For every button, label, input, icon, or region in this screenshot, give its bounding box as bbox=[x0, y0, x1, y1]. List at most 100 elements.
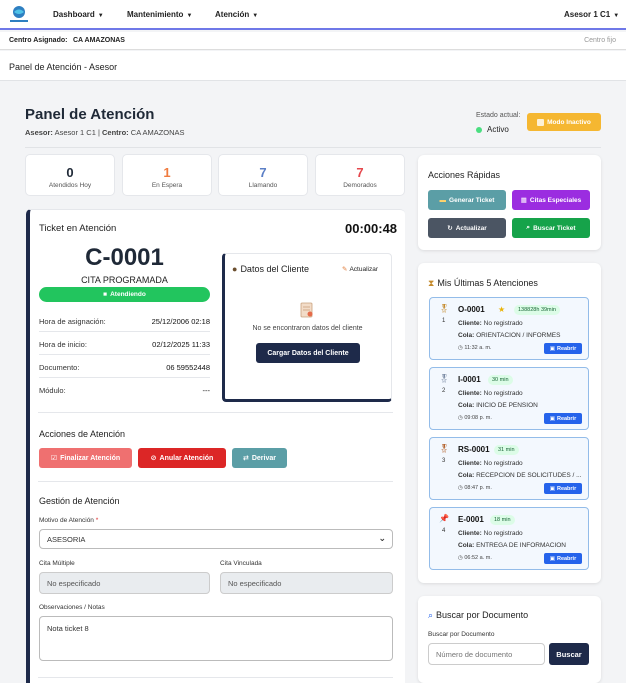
clock-icon: ◷ bbox=[458, 485, 463, 491]
page-header-title: Panel de Atención - Asesor bbox=[9, 62, 118, 72]
list-item-hora: ◷ 11:32 a. m. bbox=[458, 345, 492, 351]
ticket-icon: ▬ bbox=[439, 196, 447, 204]
motivo-select[interactable]: ASESORIA ⌄ bbox=[39, 529, 393, 549]
finalizar-atencion-button[interactable]: ☑ Finalizar Atención bbox=[39, 448, 132, 468]
actualizar-button[interactable]: ↻ Actualizar bbox=[428, 218, 506, 238]
reabrir-button[interactable]: ▣ Reabrir bbox=[544, 343, 582, 354]
stat-en-espera: 1 En Espera bbox=[122, 154, 212, 196]
page-title: Panel de Atención bbox=[25, 106, 155, 123]
hourglass-icon: ⧗ bbox=[428, 278, 435, 288]
cargar-datos-cliente-button[interactable]: Cargar Datos del Cliente bbox=[256, 343, 360, 363]
pause-icon bbox=[537, 118, 545, 126]
page-header: Panel de Atención - Asesor bbox=[0, 51, 626, 81]
citas-especiales-button[interactable]: ▦ Citas Especiales bbox=[512, 190, 590, 210]
clock-icon: ◷ bbox=[458, 345, 463, 351]
buscar-button[interactable]: Buscar bbox=[549, 643, 589, 665]
header-divider bbox=[25, 147, 601, 148]
star-icon: ★ bbox=[498, 305, 506, 314]
stat-llamando: 7 Llamando bbox=[218, 154, 308, 196]
row-documento-label: Documento: bbox=[39, 363, 80, 372]
centro-value: CA AMAZONAS bbox=[73, 37, 125, 44]
nav-atencion[interactable]: Atención ▼ bbox=[215, 10, 258, 19]
stat-demorados: 7 Demorados bbox=[315, 154, 405, 196]
centro-label: Centro Asignado: bbox=[9, 37, 68, 44]
cliente-empty-message: No se encontraron datos del cliente bbox=[252, 325, 363, 332]
list-item-number: 3 bbox=[442, 458, 446, 464]
modo-inactivo-button[interactable]: Modo Inactivo bbox=[527, 113, 601, 131]
list-item-number: 2 bbox=[442, 388, 446, 394]
list-item-cola: Cola: ORIENTACION / INFORMES bbox=[458, 332, 561, 339]
ticket-type: CITA PROGRAMADA bbox=[81, 275, 168, 285]
reabrir-button[interactable]: ▣ Reabrir bbox=[544, 413, 582, 424]
list-item-cliente: Cliente: No registrado bbox=[458, 320, 523, 327]
people-icon: ■ bbox=[103, 291, 108, 298]
chevron-down-icon: ⌄ bbox=[378, 533, 386, 543]
anular-atencion-button[interactable]: ⊘ Anular Atención bbox=[138, 448, 226, 468]
reopen-icon: ▣ bbox=[549, 485, 555, 492]
status-badge: ■ Atendiendo bbox=[39, 287, 210, 302]
buscar-label: Buscar por Documento bbox=[428, 631, 495, 638]
centro-fijo-label: Centro fijo bbox=[584, 37, 616, 44]
row-divider bbox=[39, 354, 210, 355]
row-hora-asignacion-label: Hora de asignación: bbox=[39, 317, 106, 326]
cita-multiple-label: Cita Múltiple bbox=[39, 560, 75, 567]
observaciones-textarea[interactable]: Nota ticket 8 bbox=[39, 616, 393, 661]
acciones-title: Acciones de Atención bbox=[39, 429, 126, 439]
gestion-title: Gestión de Atención bbox=[39, 496, 120, 506]
reabrir-button[interactable]: ▣ Reabrir bbox=[544, 483, 582, 494]
list-item-code: I-0001 bbox=[458, 375, 481, 384]
buscar-ticket-button[interactable]: ⌕ Buscar Ticket bbox=[512, 218, 590, 238]
status-dot bbox=[476, 126, 482, 133]
reopen-icon: ▣ bbox=[549, 415, 555, 422]
search-icon: ⌕ bbox=[526, 224, 531, 231]
observaciones-label: Observaciones / Notas bbox=[39, 604, 105, 611]
list-item-cliente: Cliente: No registrado bbox=[458, 390, 523, 397]
ban-icon: ⊘ bbox=[150, 455, 157, 462]
chevron-down-icon: ▼ bbox=[186, 13, 193, 19]
row-divider bbox=[39, 331, 210, 332]
cita-multiple-field: No especificado bbox=[39, 572, 210, 594]
derivar-button[interactable]: ⇄ Derivar bbox=[232, 448, 287, 468]
ticket-title: Ticket en Atención bbox=[39, 223, 117, 234]
documento-search-input[interactable] bbox=[428, 643, 545, 665]
row-modulo-value: --- bbox=[202, 386, 211, 395]
section-divider bbox=[38, 481, 393, 482]
ultimas-atenciones-title: ⧗ Mis Últimas 5 Atenciones bbox=[428, 278, 538, 288]
asesor-info: Asesor: Asesor 1 C1 | Centro: CA AMAZONA… bbox=[25, 128, 185, 137]
row-divider bbox=[39, 377, 210, 378]
user-menu[interactable]: Asesor 1 C1 ▼ bbox=[564, 10, 619, 19]
list-item-time: 30 min bbox=[488, 375, 513, 385]
cliente-title: ● Datos del Cliente bbox=[232, 264, 309, 274]
transfer-icon: ⇄ bbox=[242, 455, 249, 462]
refresh-icon: ↻ bbox=[447, 225, 453, 232]
reabrir-button[interactable]: ▣ Reabrir bbox=[544, 553, 582, 564]
acciones-rapidas-title: Acciones Rápidas bbox=[428, 170, 501, 180]
chevron-down-icon: ▼ bbox=[97, 13, 104, 19]
nav-mantenimiento[interactable]: Mantenimiento ▼ bbox=[127, 10, 192, 19]
list-item-code: RS-0001 bbox=[458, 445, 490, 454]
cliente-actualizar-link[interactable]: ✎ Actualizar bbox=[342, 265, 378, 273]
list-item-code: E-0001 bbox=[458, 515, 484, 524]
app-logo-icon[interactable] bbox=[8, 4, 30, 24]
list-item-number: 4 bbox=[442, 528, 446, 534]
list-item-number: 1 bbox=[442, 318, 446, 324]
list-item-cliente: Cliente: No registrado bbox=[458, 460, 523, 467]
chevron-down-icon: ▼ bbox=[252, 13, 259, 19]
centro-bar: Centro Asignado: CA AMAZONAS Centro fijo bbox=[0, 32, 626, 50]
list-item-hora: ◷ 08:47 p. m. bbox=[458, 485, 492, 491]
clock-icon: ◷ bbox=[458, 415, 463, 421]
list-item-time: 31 min bbox=[494, 445, 519, 455]
list-item-hora: ◷ 09:08 p. m. bbox=[458, 415, 492, 421]
row-hora-inicio-label: Hora de inicio: bbox=[39, 340, 87, 349]
row-modulo-label: Módulo: bbox=[39, 386, 66, 395]
section-divider bbox=[38, 412, 393, 413]
cita-vinculada-label: Cita Vinculada bbox=[220, 560, 262, 567]
pin-icon: 📌 bbox=[439, 514, 449, 523]
row-documento-value: 06 59552448 bbox=[166, 363, 210, 372]
list-item-hora: ◷ 06:52 a. m. bbox=[458, 555, 492, 561]
buscar-title: ⌕ Buscar por Documento bbox=[428, 610, 529, 620]
nav-dashboard[interactable]: Dashboard ▼ bbox=[53, 10, 104, 19]
chevron-down-icon: ▼ bbox=[613, 13, 620, 19]
generar-ticket-button[interactable]: ▬ Generar Ticket bbox=[428, 190, 506, 210]
medal-icon: 🎖 bbox=[439, 444, 450, 453]
